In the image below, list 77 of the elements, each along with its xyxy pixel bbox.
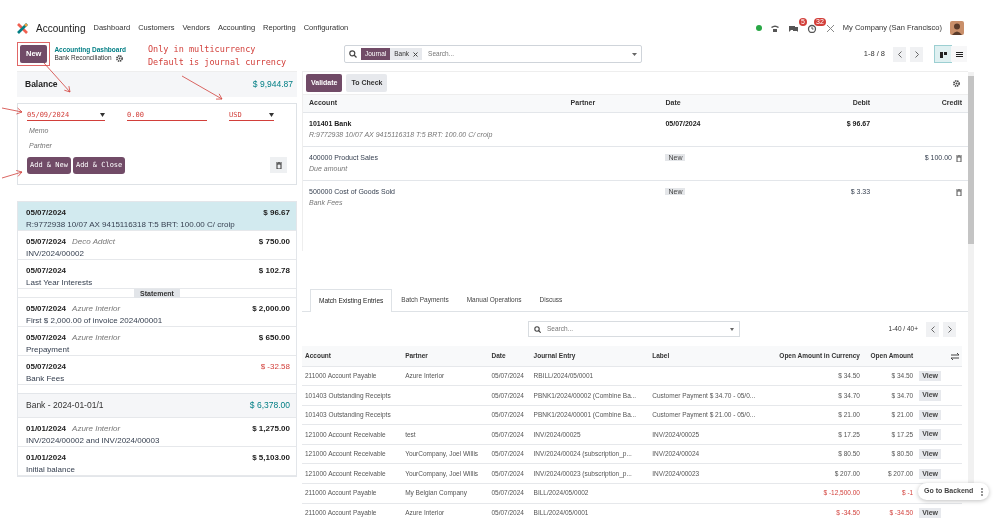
line-date: 01/01/2024 bbox=[26, 423, 67, 435]
line-label: INV/2024/00002 and INV/2024/00003 bbox=[26, 435, 161, 447]
kanban-view-button[interactable] bbox=[935, 46, 951, 62]
search-icon bbox=[534, 325, 541, 333]
chat-icon[interactable] bbox=[787, 23, 799, 33]
line-partner: Azure Interior bbox=[72, 332, 121, 344]
statement-line[interactable]: 01/01/2024 Azure Interior $ 1,275.00 INV/2024/00002 and INV/2024/00003 bbox=[18, 418, 296, 447]
line-label: Bank Fees bbox=[26, 373, 66, 385]
line-amount: $ 5,103.00 bbox=[252, 452, 290, 464]
line-date: 05/07/2024 bbox=[26, 303, 67, 315]
line-amount: $ 2,000.00 bbox=[252, 303, 290, 315]
line-label: INV/2024/00002 bbox=[26, 248, 85, 260]
kanban-icon[interactable] bbox=[939, 50, 947, 58]
trash-icon[interactable] bbox=[275, 161, 282, 169]
statement-line[interactable]: 05/07/2024 Azure Interior $ 650.00 Prepayment bbox=[18, 327, 296, 356]
search-icon bbox=[348, 50, 357, 58]
next-button[interactable] bbox=[910, 46, 923, 62]
previous-button[interactable] bbox=[926, 321, 939, 337]
statement-line[interactable]: 05/07/2024 Azure Interior $ 2,000.00 First $ 2,000.00 of invoice 2024/00001 bbox=[18, 298, 296, 327]
annotation-text: Only in multicurrency bbox=[148, 44, 256, 55]
line-date: 05/07/2024 bbox=[26, 265, 67, 277]
line-label: Last Year Interests bbox=[26, 277, 94, 289]
more-options-icon[interactable] bbox=[981, 487, 984, 496]
close-icon[interactable] bbox=[413, 51, 419, 57]
next-button[interactable] bbox=[943, 321, 956, 337]
balance-amount: $ 9,944.87 bbox=[252, 78, 293, 91]
annotation-arrow bbox=[1, 107, 23, 115]
column-options-icon[interactable] bbox=[951, 352, 959, 360]
list-icon[interactable] bbox=[955, 50, 963, 58]
line-partner: Deco Addict bbox=[72, 236, 115, 248]
chevron-left-icon[interactable] bbox=[930, 325, 935, 333]
line-label: Prepayment bbox=[26, 344, 71, 356]
line-label: Initial balance bbox=[26, 464, 76, 476]
annotation-arrow bbox=[1, 170, 23, 179]
app-logo-icon[interactable] bbox=[17, 22, 28, 34]
chevron-right-icon[interactable] bbox=[914, 50, 919, 58]
user-avatar-icon[interactable] bbox=[950, 21, 964, 35]
line-amount: $ 1,275.00 bbox=[252, 423, 290, 435]
trash-icon[interactable] bbox=[956, 155, 962, 162]
line-label: R:9772938 10/07 AX 9415116318 T:5 BRT: 100.00 C/ croip bbox=[26, 219, 236, 231]
statement-line[interactable]: 05/07/2024 $ -32.58 Bank Fees bbox=[18, 356, 296, 385]
settings-icon[interactable] bbox=[953, 79, 960, 87]
clock-icon[interactable] bbox=[806, 23, 818, 33]
gear-icon[interactable] bbox=[115, 54, 123, 62]
line-date: 05/07/2024 bbox=[26, 236, 67, 248]
statement-name: Bank - 2024-01-01/1 bbox=[26, 399, 104, 412]
app-name[interactable]: Accounting bbox=[36, 20, 86, 36]
delete-button[interactable] bbox=[270, 157, 287, 174]
line-label: First $ 2,000.00 of invoice 2024/00001 bbox=[26, 315, 164, 327]
line-date: 05/07/2024 bbox=[26, 332, 67, 344]
dropdown-caret-icon[interactable] bbox=[631, 52, 637, 56]
statement-total: $ 6,378.00 bbox=[249, 399, 290, 412]
chevron-left-icon[interactable] bbox=[897, 50, 902, 58]
annotation-text: Default is journal currency bbox=[148, 57, 287, 68]
list-view-button[interactable] bbox=[951, 46, 967, 62]
line-date: 05/07/2024 bbox=[26, 207, 67, 219]
line-amount: $ 96.67 bbox=[263, 207, 290, 219]
annotation-arrow bbox=[181, 75, 223, 100]
line-amount: $ 650.00 bbox=[258, 332, 290, 344]
previous-button[interactable] bbox=[893, 46, 906, 62]
line-amount: $ 102.78 bbox=[258, 265, 290, 277]
trash-icon[interactable] bbox=[956, 189, 962, 196]
line-partner: Azure Interior bbox=[72, 423, 121, 435]
line-amount: $ -32.58 bbox=[260, 361, 290, 373]
status-dot-icon bbox=[755, 25, 762, 31]
line-date: 05/07/2024 bbox=[26, 361, 67, 373]
statement-line[interactable]: 01/01/2024 $ 5,103.00 Initial balance bbox=[18, 447, 296, 476]
chevron-right-icon[interactable] bbox=[947, 325, 952, 333]
statement-line[interactable]: 05/07/2024 Deco Addict $ 750.00 INV/2024/00002 bbox=[18, 231, 296, 260]
dropdown-caret-icon[interactable] bbox=[100, 113, 105, 117]
dropdown-caret-icon[interactable] bbox=[269, 113, 274, 117]
line-date: 01/01/2024 bbox=[26, 452, 67, 464]
dropdown-caret-icon[interactable] bbox=[730, 327, 734, 331]
phone-icon[interactable] bbox=[769, 23, 780, 33]
balance-label: Balance bbox=[25, 78, 58, 91]
line-amount: $ 750.00 bbox=[258, 236, 290, 248]
line-partner: Azure Interior bbox=[72, 303, 121, 315]
